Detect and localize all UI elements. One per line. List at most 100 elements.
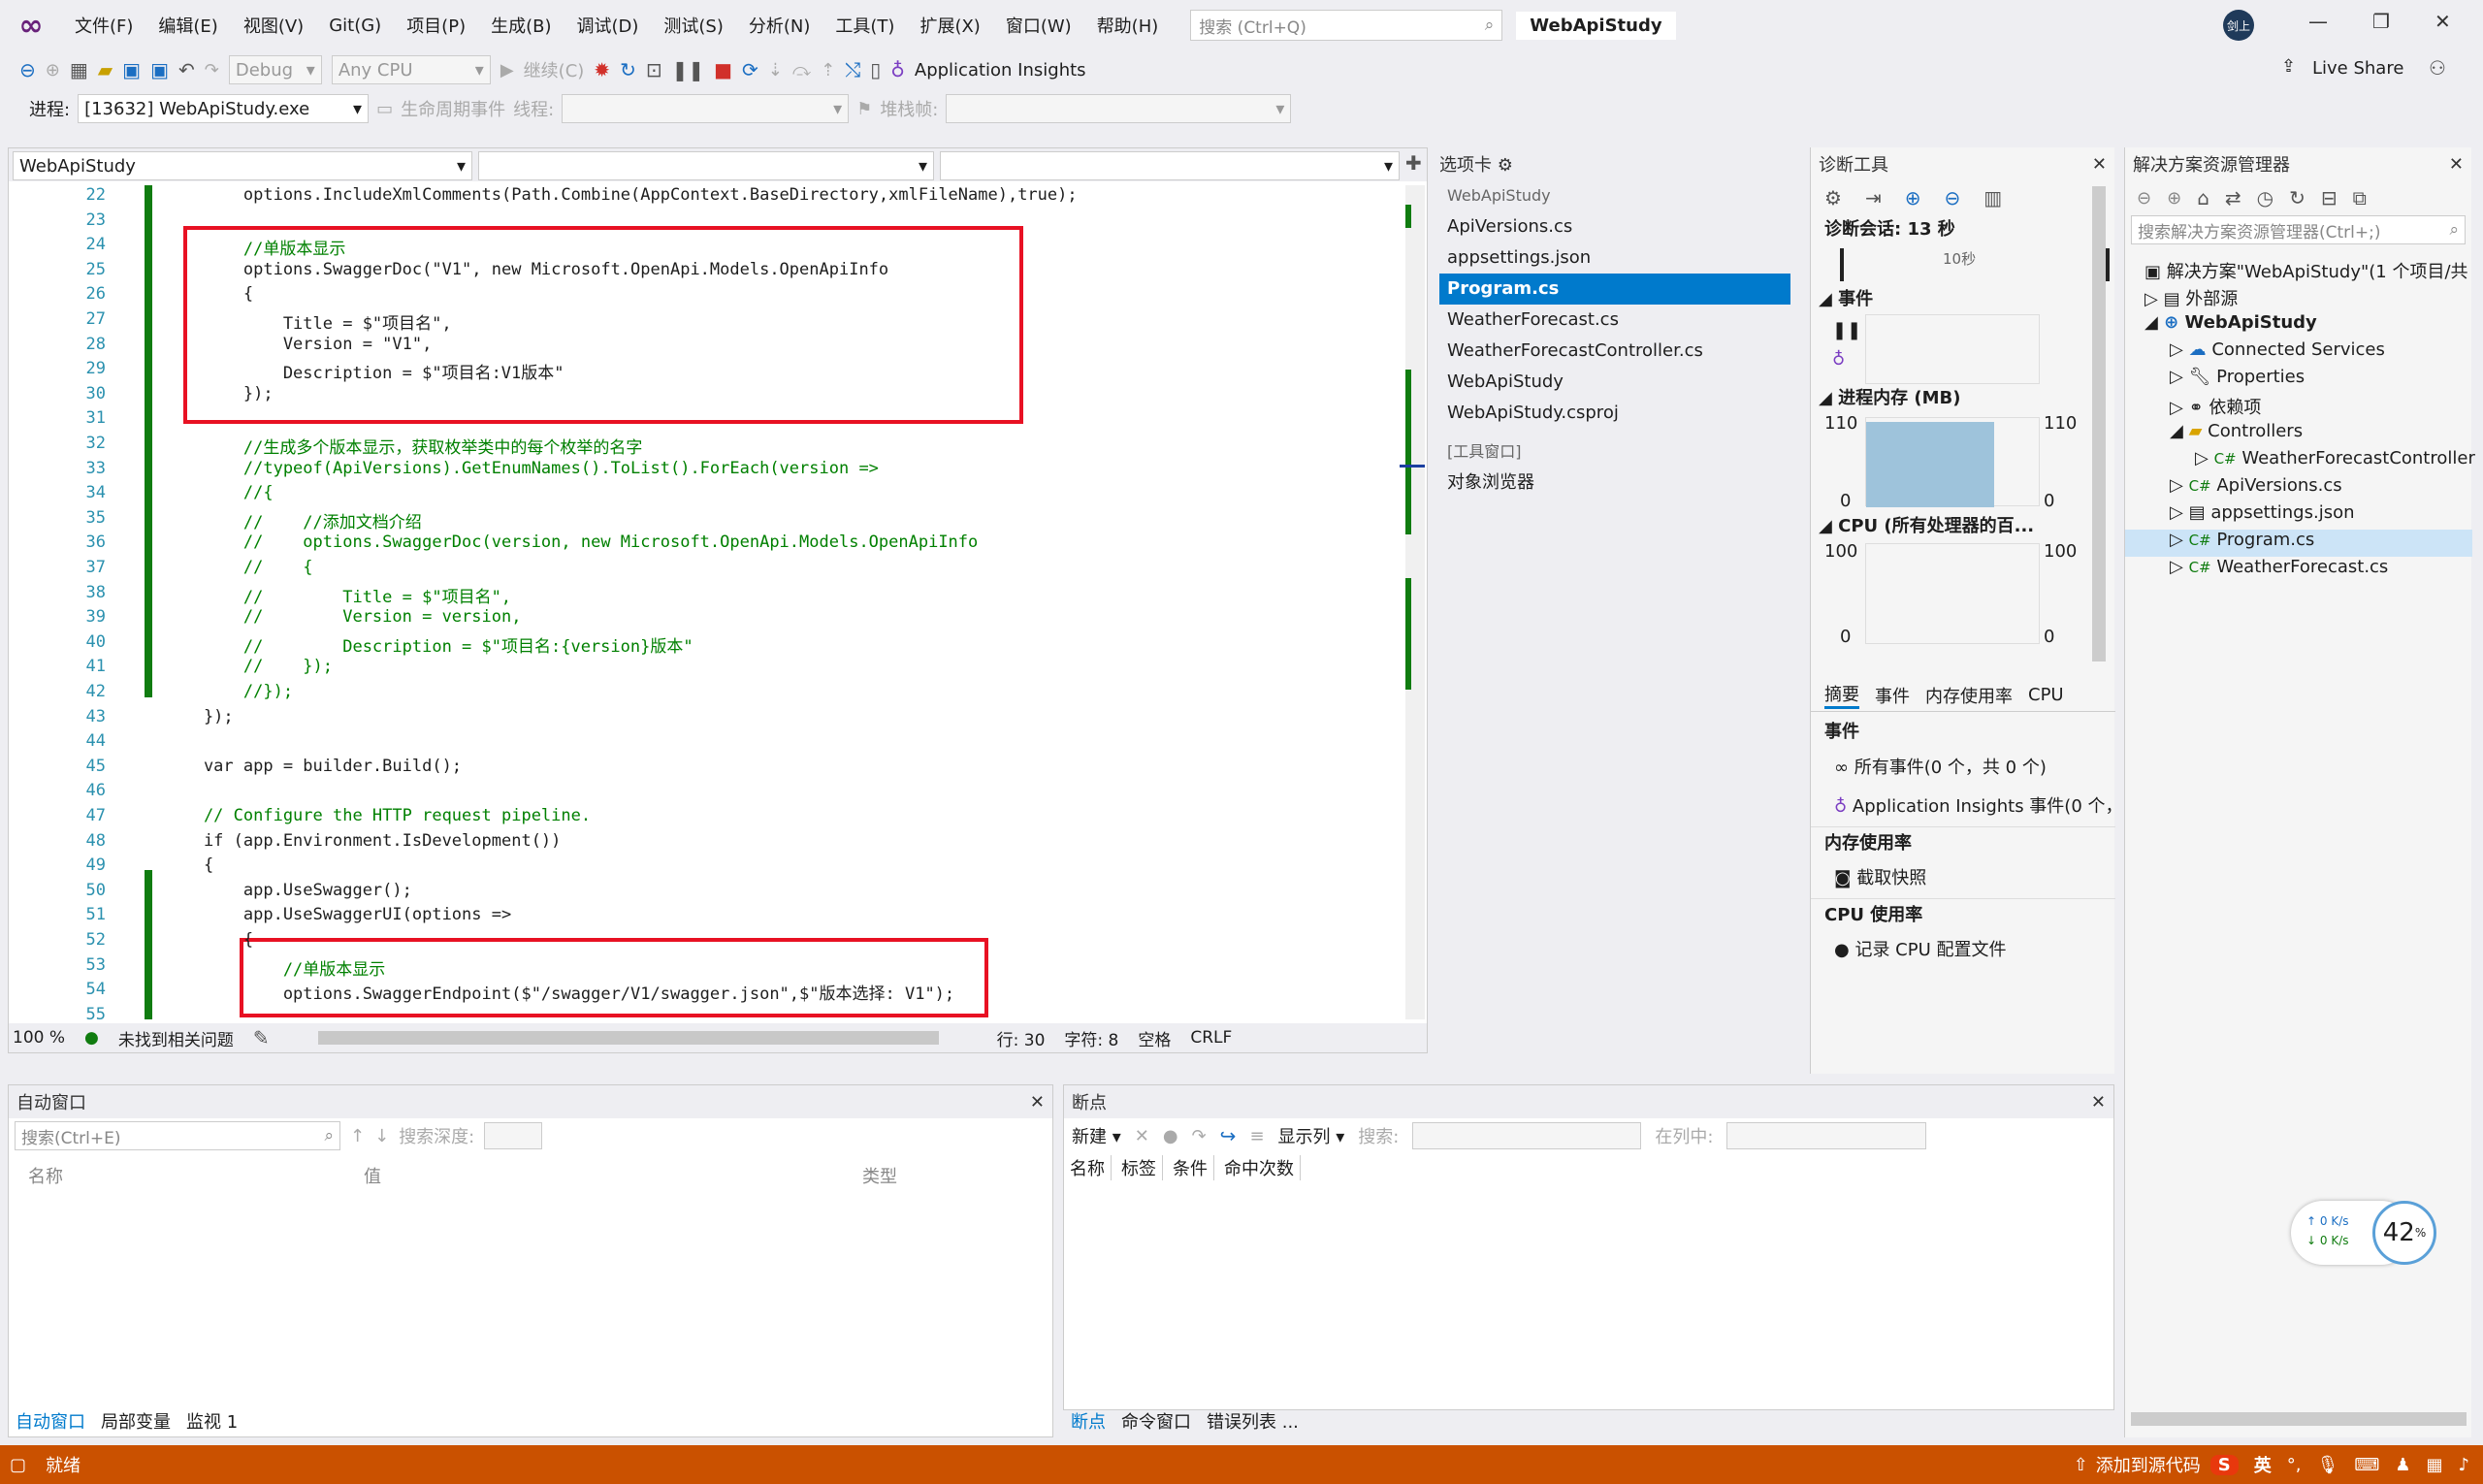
code-line[interactable]: if (app.Environment.IsDevelopment()): [164, 831, 561, 851]
code-line[interactable]: //typeof(ApiVersions).GetEnumNames().ToL…: [164, 459, 879, 478]
step-into-icon[interactable]: ⇣: [768, 60, 783, 81]
project-nav-select[interactable]: WebApiStudy ▾: [13, 151, 472, 180]
menu-item[interactable]: 编辑(E): [145, 13, 230, 38]
close-icon[interactable]: ✕: [2435, 10, 2451, 33]
type-nav-select[interactable]: ▾: [478, 151, 934, 180]
autos-tab[interactable]: 监视 1: [186, 1408, 238, 1434]
save-icon[interactable]: ▣: [122, 58, 141, 81]
arrow-down-icon[interactable]: ↓: [374, 1126, 389, 1146]
tree-apiversions[interactable]: ▷ C# ApiVersions.cs: [2170, 475, 2342, 496]
code-line[interactable]: {: [164, 930, 253, 950]
tree-appsettings[interactable]: ▷ ▤ appsettings.json: [2170, 502, 2355, 523]
app-insights-button[interactable]: Application Insights: [915, 60, 1086, 81]
tree-project[interactable]: ◢ ⊕ WebApiStudy: [2144, 312, 2317, 333]
code-editor[interactable]: WebApiStudy ▾ ▾ ▾ ✚ 22 options.IncludeXml…: [8, 147, 1428, 1053]
arrow-up-icon[interactable]: ↑: [350, 1126, 365, 1146]
export-icon[interactable]: ⇥: [1865, 186, 1882, 210]
forward-icon[interactable]: ⊕: [2167, 188, 2181, 209]
breakpoint-column-header[interactable]: 条件: [1173, 1155, 1214, 1180]
breakpoints-tab[interactable]: 命令窗口: [1121, 1408, 1191, 1434]
close-icon[interactable]: ✕: [2091, 1092, 2106, 1113]
breakpoints-tab[interactable]: 错误列表 ...: [1207, 1408, 1299, 1434]
solution-scrollbar[interactable]: [2131, 1412, 2467, 1426]
bookmark-icon[interactable]: ▯: [870, 58, 881, 81]
step-over-icon[interactable]: ⤼: [792, 60, 811, 81]
visual-studio-logo-icon[interactable]: ∞: [14, 8, 48, 43]
split-icon[interactable]: ✚: [1405, 151, 1422, 178]
code-area[interactable]: 22 options.IncludeXmlComments(Path.Combi…: [9, 185, 1405, 1019]
code-line[interactable]: options.SwaggerDoc("V1", new Microsoft.O…: [164, 260, 888, 279]
lifecycle-icon[interactable]: ▭: [376, 99, 393, 119]
diag-tab[interactable]: 事件: [1875, 683, 1910, 708]
tab-file-item[interactable]: appsettings.json: [1432, 242, 1798, 274]
close-icon[interactable]: ✕: [2449, 154, 2464, 175]
breakpoints-tab[interactable]: 断点: [1071, 1408, 1106, 1434]
skin-icon[interactable]: ♟: [2395, 1455, 2410, 1475]
breakpoint-column-header[interactable]: 标签: [1121, 1155, 1163, 1180]
diag-tab[interactable]: 内存使用率: [1925, 683, 2013, 708]
cleanup-icon[interactable]: ✎: [253, 1026, 270, 1049]
keyboard-icon[interactable]: ⌨: [2354, 1455, 2379, 1475]
new-project-icon[interactable]: ▦: [70, 58, 88, 81]
tree-connected-services[interactable]: ▷ ☁ Connected Services: [2170, 339, 2385, 360]
tree-external-sources[interactable]: ▷ ▤ 外部源: [2144, 285, 2238, 310]
settings-icon[interactable]: ⚙: [1824, 186, 1842, 210]
issues-status[interactable]: 未找到相关问题: [118, 1026, 234, 1050]
restore-icon[interactable]: ❐: [2372, 10, 2390, 33]
menu-item[interactable]: 扩展(X): [907, 13, 992, 38]
code-line[interactable]: // Version = version,: [164, 607, 522, 627]
close-icon[interactable]: ✕: [1030, 1092, 1045, 1113]
code-line[interactable]: app.UseSwaggerUI(options =>: [164, 905, 511, 924]
redo-icon[interactable]: ↷: [205, 60, 219, 81]
ime-logo-icon[interactable]: S: [2209, 1454, 2239, 1475]
menu-item[interactable]: 工具(T): [822, 13, 907, 38]
all-events-item[interactable]: ∞ 所有事件(0 个，共 0 个): [1811, 749, 2115, 788]
stack-frame-select[interactable]: ▾: [946, 94, 1292, 123]
new-breakpoint-button[interactable]: 新建 ▾: [1072, 1123, 1121, 1148]
punctuation-icon[interactable]: °,: [2287, 1455, 2302, 1475]
menu-item[interactable]: 调试(D): [564, 13, 652, 38]
menu-item[interactable]: 测试(S): [651, 13, 735, 38]
solution-root[interactable]: ▣ 解决方案"WebApiStudy"(1 个项目/共: [2144, 258, 2468, 283]
tree-dependencies[interactable]: ▷ ⚭ 依赖项: [2170, 394, 2261, 419]
lifecycle-events-button[interactable]: 生命周期事件: [401, 96, 505, 121]
code-line[interactable]: Title = $"项目名",: [164, 309, 452, 334]
account-icon[interactable]: ⚇: [2429, 56, 2446, 80]
menu-item[interactable]: 窗口(W): [993, 13, 1084, 38]
eol-indicator[interactable]: CRLF: [1190, 1028, 1232, 1048]
goto-source-icon[interactable]: ↪: [1220, 1124, 1237, 1147]
forward-icon[interactable]: ⊕: [46, 60, 60, 81]
thread-select[interactable]: ▾: [562, 94, 850, 123]
collapse-icon[interactable]: ⊟: [2321, 186, 2338, 210]
step-out-icon[interactable]: ⇡: [821, 60, 835, 81]
diag-scrollbar[interactable]: [2092, 186, 2106, 661]
home-icon[interactable]: ⌂: [2197, 186, 2209, 210]
config-select[interactable]: Debug ▾: [228, 55, 322, 84]
tab-file-item[interactable]: Program.cs: [1439, 274, 1790, 305]
tree-program[interactable]: ▷ C# Program.cs: [2170, 530, 2314, 550]
autos-search-input[interactable]: 搜索(Ctrl+E) ⌕: [15, 1121, 340, 1150]
bp-column-select[interactable]: [1726, 1122, 1927, 1149]
show-all-icon[interactable]: ⧉: [2353, 186, 2367, 210]
code-line[interactable]: {: [164, 855, 213, 875]
record-cpu-button[interactable]: ● 记录 CPU 配置文件: [1811, 931, 2115, 970]
tab-file-item[interactable]: WebApiStudy: [1432, 367, 1798, 398]
snapshot-button[interactable]: ◙ 截取快照: [1811, 859, 2115, 898]
code-line[interactable]: var app = builder.Build();: [164, 757, 462, 776]
toggle-icon[interactable]: ●: [1163, 1126, 1178, 1146]
microphone-icon[interactable]: 🎙︎: [2317, 1455, 2339, 1475]
menu-item[interactable]: 视图(V): [231, 13, 316, 38]
tree-controllers[interactable]: ◢ ▰ Controllers: [2170, 421, 2303, 441]
go-to-icon[interactable]: ↷: [1192, 1126, 1207, 1146]
zoom-select[interactable]: 100 %: [13, 1028, 65, 1048]
search-depth-select[interactable]: [484, 1122, 543, 1149]
platform-select[interactable]: Any CPU ▾: [331, 55, 491, 84]
code-line[interactable]: //{: [164, 483, 274, 502]
code-line[interactable]: // Title = $"项目名",: [164, 583, 511, 607]
search-input[interactable]: 搜索 (Ctrl+Q) ⌕: [1190, 10, 1503, 41]
code-line[interactable]: Description = $"项目名:V1版本": [164, 359, 564, 383]
switch-view-icon[interactable]: ⇄: [2225, 186, 2241, 210]
menu-item[interactable]: 文件(F): [62, 13, 145, 38]
timeline-ruler[interactable]: 10秒: [1840, 248, 2110, 281]
horizontal-scrollbar[interactable]: [317, 1031, 939, 1045]
